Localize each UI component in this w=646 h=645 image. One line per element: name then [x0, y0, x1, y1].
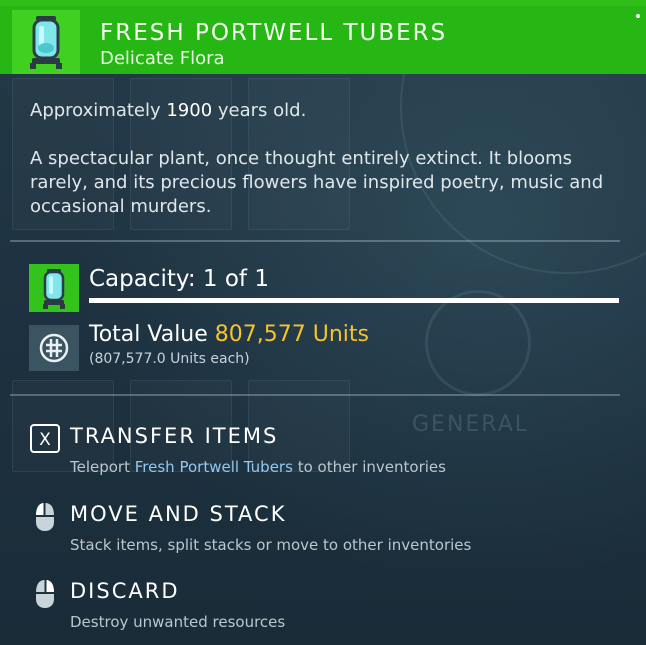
item-age-value: 1900 [166, 100, 213, 121]
mouse-left-click-icon [36, 503, 54, 531]
svg-text:X: X [39, 430, 51, 450]
move-and-stack-description: Stack items, split stacks or move to oth… [70, 536, 472, 554]
capacity-icon-box [29, 264, 79, 312]
discard-description: Destroy unwanted resources [70, 613, 286, 631]
item-icon-box [12, 10, 80, 74]
total-value: Total Value 807,577 Units [89, 322, 369, 347]
capacity-label: Capacity: 1 of 1 [89, 266, 269, 292]
unit-value-each: (807,577.0 Units each) [89, 351, 250, 367]
item-category: Delicate Flora [100, 48, 225, 69]
item-lore-line: rarely, and its precious flowers have in… [30, 172, 604, 193]
units-currency-icon [39, 333, 69, 363]
move-and-stack-action[interactable]: MOVE AND STACK Stack items, split stacks… [28, 502, 628, 560]
item-lore: A spectacular plant, once thought entire… [30, 147, 603, 219]
item-age: Approximately 1900 years old. [30, 100, 307, 121]
x-key-icon: X [30, 424, 60, 453]
discard-title: DISCARD [70, 579, 180, 603]
corner-indicator-dot [636, 14, 640, 18]
units-icon-box [29, 325, 79, 371]
move-and-stack-title: MOVE AND STACK [70, 502, 287, 526]
mouse-right-click-icon [36, 580, 54, 608]
divider [10, 240, 620, 242]
total-value-label: Total Value [89, 322, 208, 347]
tuber-jar-icon [43, 269, 65, 309]
item-title: FRESH PORTWELL TUBERS [100, 20, 448, 46]
transfer-items-title: TRANSFER ITEMS [70, 424, 279, 448]
tuber-jar-icon [30, 16, 62, 69]
item-name-highlight: Fresh Portwell Tubers [134, 458, 293, 476]
capacity-bar [89, 298, 619, 303]
item-lore-line: occasional murders. [30, 196, 212, 217]
item-header: FRESH PORTWELL TUBERS Delicate Flora [0, 6, 646, 74]
transfer-items-description: Teleport Fresh Portwell Tubers to other … [70, 458, 446, 476]
divider [10, 394, 620, 396]
discard-action[interactable]: DISCARD Destroy unwanted resources [28, 579, 628, 637]
transfer-items-action[interactable]: X TRANSFER ITEMS Teleport Fresh Portwell… [28, 424, 628, 482]
item-lore-line: A spectacular plant, once thought entire… [30, 148, 573, 169]
total-value-amount: 807,577 Units [214, 322, 370, 347]
